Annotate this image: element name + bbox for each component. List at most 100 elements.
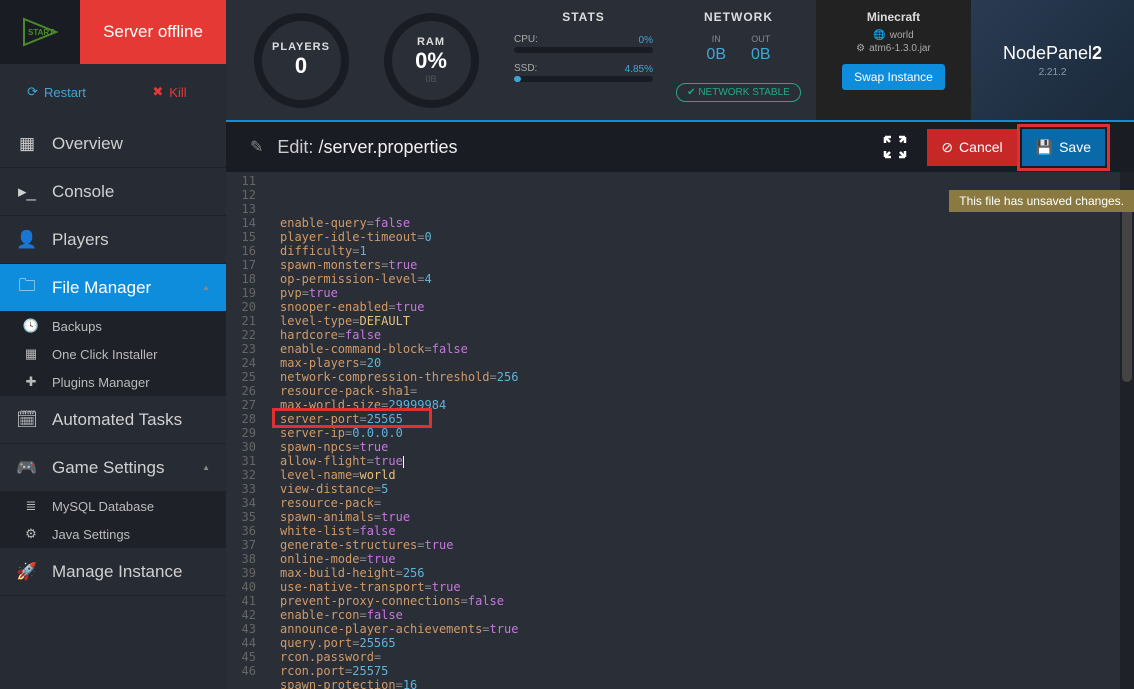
brand-panel: NodePanel2 2.21.2 xyxy=(971,0,1134,120)
rocket-icon: 🚀 xyxy=(16,562,38,582)
sidebar-sub-backups[interactable]: 🕓 Backups xyxy=(0,312,226,340)
cancel-icon: ⊘ xyxy=(941,139,953,156)
sidebar-item-label: Manage Instance xyxy=(52,562,182,582)
unsaved-notice: This file has unsaved changes. xyxy=(949,190,1134,212)
instance-world: 🌐world xyxy=(824,30,963,41)
code-line[interactable]: level-name=world xyxy=(280,468,1134,482)
net-in: IN0B xyxy=(706,34,726,64)
cpu-pct: 0% xyxy=(639,35,653,46)
network-box: NETWORK IN0B OUT0B ✔ NETWORK STABLE xyxy=(661,0,816,120)
stats-box: STATS CPU: 0% SSD: 4.85% xyxy=(506,0,661,120)
code-line[interactable]: view-distance=5 xyxy=(280,482,1134,496)
cpu-bar: 0% xyxy=(514,47,653,53)
sidebar-item-players[interactable]: 👤 Players xyxy=(0,216,226,264)
sidebar-item-file-manager[interactable]: 🗀 File Manager ▲ xyxy=(0,264,226,312)
user-icon: 👤 xyxy=(16,230,38,250)
code-editor[interactable]: 1112131415161718192021222324252627282930… xyxy=(226,172,1134,689)
code-line[interactable]: online-mode=true xyxy=(280,552,1134,566)
restart-button[interactable]: ⟳ Restart xyxy=(0,64,113,120)
players-value: 0 xyxy=(295,53,307,79)
code-line[interactable]: prevent-proxy-connections=false xyxy=(280,594,1134,608)
chevron-up-icon: ▲ xyxy=(202,463,210,472)
cpu-label: CPU: xyxy=(514,34,538,45)
edit-icon: ✎ xyxy=(250,137,263,157)
brand-logo: NodePanel2 xyxy=(1003,43,1102,64)
code-line[interactable]: level-type=DEFAULT xyxy=(280,314,1134,328)
ssd-bar: 4.85% xyxy=(514,76,653,82)
sidebar-item-console[interactable]: ▸_ Console xyxy=(0,168,226,216)
code-line[interactable]: spawn-protection=16 xyxy=(280,678,1134,689)
sidebar-sub-label: One Click Installer xyxy=(52,347,157,362)
code-line[interactable]: generate-structures=true xyxy=(280,538,1134,552)
start-button[interactable]: START xyxy=(0,0,80,64)
ssd-label: SSD: xyxy=(514,63,537,74)
code-line[interactable]: spawn-animals=true xyxy=(280,510,1134,524)
line-gutter: 1112131415161718192021222324252627282930… xyxy=(226,172,264,689)
brand-version: 2.21.2 xyxy=(1039,67,1067,78)
grid-icon: ▦ xyxy=(16,134,38,154)
code-line[interactable]: enable-command-block=false xyxy=(280,342,1134,356)
ram-bytes: 0B xyxy=(425,74,436,84)
code-line[interactable]: allow-flight=true xyxy=(280,454,1134,468)
gears-icon: ⚙ xyxy=(20,526,42,542)
sidebar-item-overview[interactable]: ▦ Overview xyxy=(0,120,226,168)
scrollbar-thumb[interactable] xyxy=(1122,202,1132,382)
code-line[interactable]: pvp=true xyxy=(280,286,1134,300)
sidebar-item-label: Game Settings xyxy=(52,458,164,478)
save-button[interactable]: 💾 Save xyxy=(1022,129,1105,166)
instance-jar: ⚙atm6-1.3.0.jar xyxy=(824,43,963,54)
sidebar-sub-oneclick[interactable]: ▦ One Click Installer xyxy=(0,340,226,368)
code-line[interactable]: spawn-npcs=true xyxy=(280,440,1134,454)
code-line[interactable]: resource-pack-sha1= xyxy=(280,384,1134,398)
code-line[interactable]: enable-query=false xyxy=(280,216,1134,230)
network-title: NETWORK xyxy=(669,10,808,24)
kill-label: Kill xyxy=(169,85,186,100)
fullscreen-icon[interactable] xyxy=(883,135,907,159)
code-line[interactable]: query.port=25565 xyxy=(280,636,1134,650)
code-line[interactable]: rcon.password= xyxy=(280,650,1134,664)
scrollbar-vertical[interactable] xyxy=(1120,172,1134,689)
code-line[interactable]: op-permission-level=4 xyxy=(280,272,1134,286)
sidebar-item-label: Players xyxy=(52,230,109,250)
code-line[interactable]: white-list=false xyxy=(280,524,1134,538)
editor-title: Edit: /server.properties xyxy=(277,137,457,158)
kill-button[interactable]: ✖ Kill xyxy=(113,64,226,120)
sidebar-item-manage-instance[interactable]: 🚀 Manage Instance xyxy=(0,548,226,596)
code-line[interactable]: rcon.port=25575 xyxy=(280,664,1134,678)
code-line[interactable]: max-build-height=256 xyxy=(280,566,1134,580)
sidebar-item-automated-tasks[interactable]: 🗓 Automated Tasks xyxy=(0,396,226,444)
code-line[interactable]: network-compression-threshold=256 xyxy=(280,370,1134,384)
code-line[interactable]: enable-rcon=false xyxy=(280,608,1134,622)
sidebar-sub-java[interactable]: ⚙ Java Settings xyxy=(0,520,226,548)
database-icon: ≣ xyxy=(20,498,42,514)
server-status-badge: Server offline xyxy=(80,0,226,64)
code-line[interactable]: difficulty=1 xyxy=(280,244,1134,258)
code-line[interactable]: spawn-monsters=true xyxy=(280,258,1134,272)
server-controls: START Server offline ⟳ Restart ✖ Kill xyxy=(0,0,226,120)
players-gauge: PLAYERS 0 xyxy=(236,8,366,113)
swap-instance-button[interactable]: Swap Instance xyxy=(842,64,945,90)
sidebar-sub-plugins[interactable]: ✚ Plugins Manager xyxy=(0,368,226,396)
sidebar-item-label: Console xyxy=(52,182,114,202)
folder-icon: 🗀 xyxy=(16,273,38,302)
code-line[interactable]: hardcore=false xyxy=(280,328,1134,342)
cancel-button[interactable]: ⊘ Cancel xyxy=(927,129,1016,166)
code-line[interactable]: server-port=25565 xyxy=(280,412,1134,426)
code-line[interactable]: player-idle-timeout=0 xyxy=(280,230,1134,244)
sidebar: ▦ Overview ▸_ Console 👤 Players 🗀 File M… xyxy=(0,120,226,689)
code-line[interactable]: max-world-size=29999984 xyxy=(280,398,1134,412)
code-area[interactable]: enable-query=falseplayer-idle-timeout=0d… xyxy=(264,172,1134,689)
instance-title: Minecraft xyxy=(824,10,963,24)
sidebar-item-game-settings[interactable]: 🎮 Game Settings ▲ xyxy=(0,444,226,492)
code-line[interactable]: snooper-enabled=true xyxy=(280,300,1134,314)
code-line[interactable]: max-players=20 xyxy=(280,356,1134,370)
sidebar-item-label: File Manager xyxy=(52,278,151,298)
ssd-pct: 4.85% xyxy=(625,64,653,75)
code-line[interactable]: resource-pack= xyxy=(280,496,1134,510)
code-line[interactable]: announce-player-achievements=true xyxy=(280,622,1134,636)
code-line[interactable]: use-native-transport=true xyxy=(280,580,1134,594)
code-line[interactable]: server-ip=0.0.0.0 xyxy=(280,426,1134,440)
network-stable-badge: ✔ NETWORK STABLE xyxy=(676,83,801,102)
sidebar-sub-mysql[interactable]: ≣ MySQL Database xyxy=(0,492,226,520)
topbar: START Server offline ⟳ Restart ✖ Kill PL… xyxy=(0,0,1134,120)
